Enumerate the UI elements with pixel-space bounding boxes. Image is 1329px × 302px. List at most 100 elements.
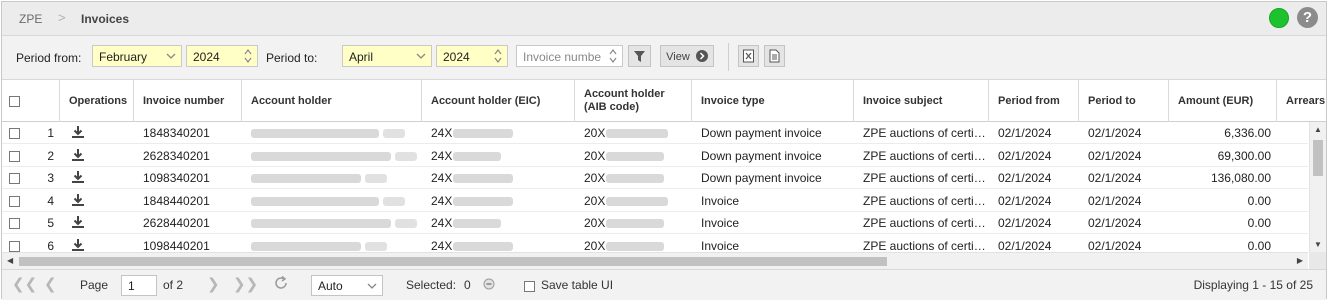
- vertical-scroll-thumb[interactable]: [1313, 140, 1323, 176]
- chevron-down-icon: [367, 279, 377, 296]
- account-holder-eic-cell: 24X: [422, 167, 575, 189]
- scroll-right-icon[interactable]: ▶: [1297, 256, 1303, 265]
- account-holder-redacted: [242, 122, 422, 144]
- breadcrumb-root[interactable]: ZPE: [19, 12, 42, 26]
- period-to-label: Period to:: [266, 51, 318, 65]
- column-operations[interactable]: Operations: [60, 80, 134, 122]
- table-row[interactable]: 2 2628340201 24X 20X Down payment invoice ZPE…: [2, 145, 1308, 167]
- invoice-type-cell: Down payment invoice: [701, 171, 822, 185]
- amount-cell: 0.00: [1247, 216, 1271, 230]
- displaying-summary: Displaying 1 - 15 of 25: [1193, 278, 1313, 292]
- amount-cell: 136,080.00: [1210, 171, 1271, 185]
- period-to-month-select[interactable]: April: [342, 45, 432, 67]
- row-index: 3: [47, 171, 54, 185]
- chevron-down-icon: [416, 48, 426, 67]
- table-row[interactable]: 4 1848440201 24X 20X Invoice ZPE auctions of …: [2, 190, 1308, 212]
- arrears-cell: [1277, 167, 1308, 189]
- account-holder-aib-cell: 20X: [575, 212, 692, 234]
- period-to-month-value: April: [349, 50, 374, 64]
- row-select-checkbox[interactable]: [2, 122, 26, 144]
- table-row[interactable]: 1 1848340201 24X 20X Down payment invoice ZPE…: [2, 122, 1308, 144]
- period-to-cell: 02/1/2024: [1088, 193, 1142, 208]
- row-select-checkbox[interactable]: [2, 145, 26, 167]
- period-to-cell: 02/1/2024: [1088, 148, 1142, 163]
- aib-prefix: 20X: [584, 216, 606, 230]
- export-document-button[interactable]: [764, 45, 785, 67]
- select-all-header[interactable]: [2, 80, 60, 122]
- filter-button[interactable]: [628, 45, 651, 67]
- eic-prefix: 24X: [431, 216, 453, 230]
- view-button[interactable]: View: [660, 45, 714, 67]
- amount-cell: 0.00: [1247, 193, 1271, 208]
- column-invoice-type[interactable]: Invoice type: [692, 80, 854, 122]
- row-index: 4: [47, 193, 54, 208]
- invoice-number-cell: 1848440201: [143, 193, 210, 208]
- row-select-checkbox[interactable]: [2, 167, 26, 189]
- export-excel-button[interactable]: [738, 45, 759, 67]
- refresh-icon[interactable]: [272, 274, 290, 295]
- column-arrears[interactable]: Arrears: [1277, 80, 1328, 122]
- arrears-cell: [1277, 145, 1308, 167]
- select-all-checkbox[interactable]: [9, 95, 20, 107]
- invoice-type-cell: Invoice: [701, 216, 740, 230]
- scroll-left-icon[interactable]: ◀: [7, 256, 13, 265]
- clear-selection-icon[interactable]: [483, 277, 495, 294]
- download-icon[interactable]: [60, 235, 134, 253]
- download-icon[interactable]: [60, 167, 134, 189]
- period-from-cell: 02/1/2024: [998, 216, 1052, 230]
- filter-toolbar: Period from: February 2024 Period to: Ap…: [2, 36, 1326, 80]
- download-icon[interactable]: [60, 190, 134, 212]
- table-row[interactable]: 3 1098340201 24X 20X Down payment invoice ZPE…: [2, 167, 1308, 189]
- period-to-year-value: 2024: [443, 50, 470, 64]
- table-row[interactable]: 5 2628440201 24X 20X Invoice ZPE auctions of …: [2, 212, 1308, 234]
- column-account-holder-aib[interactable]: Account holder (AIB code): [575, 80, 692, 122]
- invoice-number-input[interactable]: Invoice numbe: [516, 45, 623, 67]
- scroll-down-icon[interactable]: ▼: [1314, 240, 1322, 249]
- download-icon[interactable]: [60, 212, 134, 234]
- row-select-checkbox[interactable]: [2, 235, 26, 253]
- period-from-year-spinner[interactable]: 2024: [186, 45, 258, 67]
- column-period-from[interactable]: Period from: [989, 80, 1079, 122]
- page-number-input[interactable]: 1: [121, 275, 157, 296]
- spinner-arrows-icon[interactable]: [493, 46, 503, 66]
- column-account-holder-eic[interactable]: Account holder (EIC): [422, 80, 575, 122]
- period-to-year-spinner[interactable]: 2024: [436, 45, 508, 67]
- column-invoice-subject[interactable]: Invoice subject: [854, 80, 989, 122]
- column-account-holder[interactable]: Account holder: [242, 80, 422, 122]
- spinner-arrows-icon[interactable]: [608, 46, 618, 66]
- column-amount[interactable]: Amount (EUR): [1169, 80, 1277, 122]
- previous-page-icon[interactable]: ❮: [44, 275, 57, 293]
- last-page-icon[interactable]: ❯❯: [233, 275, 258, 293]
- column-period-to[interactable]: Period to: [1079, 80, 1169, 122]
- row-select-checkbox[interactable]: [2, 190, 26, 212]
- row-select-checkbox[interactable]: [2, 212, 26, 234]
- eic-prefix: 24X: [431, 126, 453, 140]
- row-index: 1: [47, 126, 54, 140]
- help-icon[interactable]: ?: [1297, 7, 1318, 28]
- column-invoice-number[interactable]: Invoice number: [134, 80, 242, 122]
- account-holder-aib-cell: 20X: [575, 235, 692, 252]
- account-holder-redacted: [242, 167, 422, 189]
- download-icon[interactable]: [60, 145, 134, 167]
- scroll-up-icon[interactable]: ▲: [1314, 125, 1322, 134]
- account-holder-aib-cell: 20X: [575, 167, 692, 189]
- invoice-subject-cell: ZPE auctions of certificates: [863, 171, 987, 185]
- invoice-type-cell: Down payment invoice: [701, 126, 822, 140]
- save-table-ui-checkbox[interactable]: [524, 279, 535, 293]
- horizontal-scrollbar[interactable]: ◀ ▶: [2, 252, 1308, 269]
- horizontal-scroll-thumb[interactable]: [19, 257, 887, 266]
- download-icon[interactable]: [60, 122, 134, 144]
- spinner-arrows-icon[interactable]: [243, 46, 253, 66]
- grid-header: Operations Invoice number Account holder…: [2, 80, 1326, 122]
- first-page-icon[interactable]: ❮❮: [12, 275, 37, 293]
- account-holder-redacted: [242, 212, 422, 234]
- account-holder-redacted: [242, 235, 422, 253]
- document-export-icon: [769, 49, 780, 63]
- amount-cell: 69,300.00: [1217, 148, 1271, 163]
- page-size-select[interactable]: Auto: [311, 275, 383, 296]
- next-page-icon[interactable]: ❯: [207, 275, 220, 293]
- vertical-scrollbar[interactable]: ▲ ▼: [1309, 122, 1326, 252]
- period-from-month-select[interactable]: February: [92, 45, 182, 67]
- table-row[interactable]: 6 1098440201 24X 20X Invoice ZPE auctions of …: [2, 235, 1308, 253]
- row-index: 2: [47, 148, 54, 163]
